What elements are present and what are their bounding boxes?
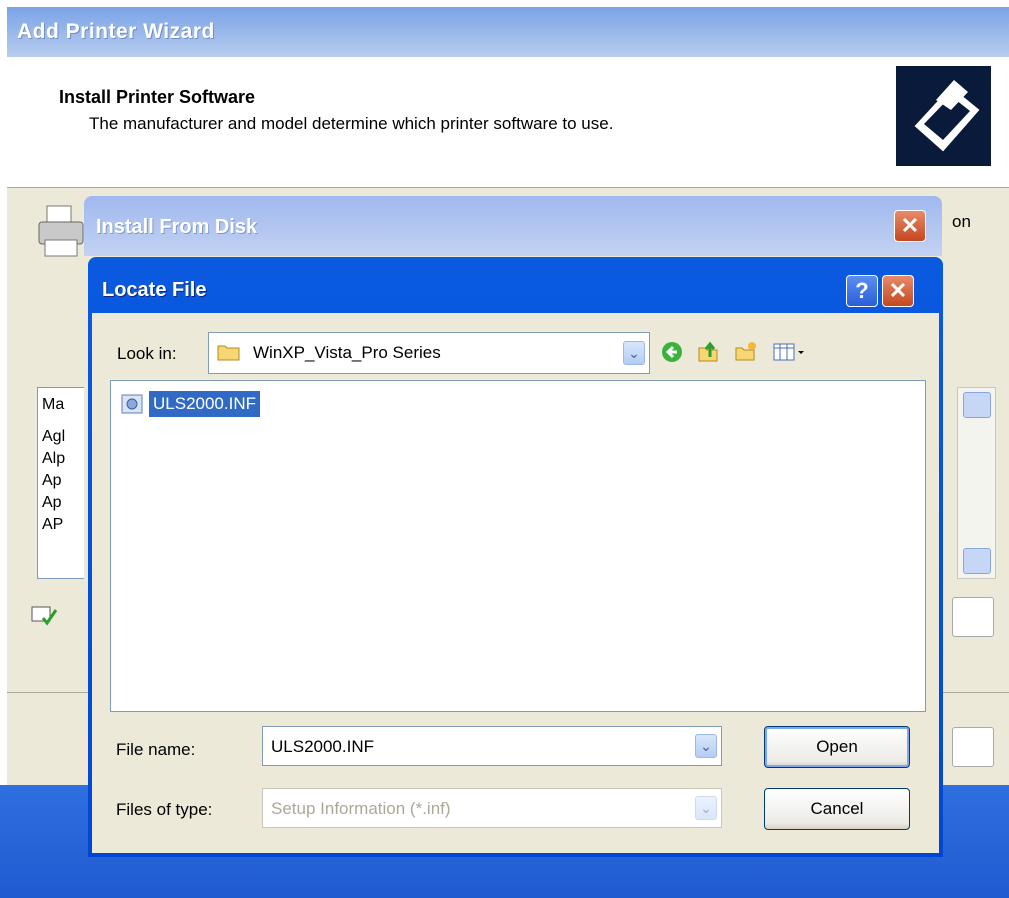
chevron-down-icon[interactable]: ⌄ — [623, 341, 645, 365]
header-subtitle: The manufacturer and model determine whi… — [89, 114, 614, 133]
locate-file-dialog: Locate File ? ✕ Look in: WinXP_Vista_Pro… — [88, 257, 943, 857]
open-button[interactable]: Open — [764, 726, 910, 768]
install-from-disk-title-bar: Install From Disk ✕ — [84, 196, 942, 256]
help-icon[interactable]: ? — [846, 275, 878, 307]
scroll-up-icon[interactable] — [963, 392, 991, 418]
list-item[interactable]: AP — [42, 516, 63, 534]
chevron-down-icon[interactable]: ⌄ — [695, 734, 717, 758]
view-menu-icon[interactable] — [772, 340, 806, 364]
new-folder-icon[interactable] — [734, 340, 758, 364]
cancel-button[interactable]: Cancel — [764, 788, 910, 830]
wizard-title: Add Printer Wizard — [17, 20, 215, 43]
wizard-button-partial[interactable] — [952, 727, 994, 767]
close-icon[interactable]: ✕ — [894, 210, 926, 242]
list-item[interactable]: Ap — [42, 494, 62, 512]
wizard-header-printer-icon — [896, 66, 991, 166]
list-item[interactable]: Ap — [42, 472, 62, 490]
files-of-type-dropdown[interactable]: Setup Information (*.inf) ⌄ — [262, 788, 722, 828]
up-folder-icon[interactable] — [696, 340, 720, 364]
chevron-down-icon: ⌄ — [695, 796, 717, 820]
close-icon[interactable]: ✕ — [882, 275, 914, 307]
list-item[interactable]: Ma — [42, 396, 64, 414]
list-item[interactable]: Alp — [42, 450, 65, 468]
back-icon[interactable] — [660, 340, 684, 364]
scroll-down-icon[interactable] — [963, 548, 991, 574]
list-scrollbar[interactable] — [957, 387, 996, 579]
folder-icon — [217, 343, 241, 361]
file-list[interactable]: ULS2000.INF — [110, 380, 926, 712]
wizard-header: Install Printer Software The manufacture… — [7, 57, 1009, 188]
install-from-disk-title: Install From Disk — [96, 216, 258, 238]
wizard-partial-label: on — [952, 212, 971, 231]
list-item[interactable]: Agl — [42, 428, 65, 446]
look-in-label: Look in: — [117, 344, 177, 363]
file-name-label: File name: — [116, 740, 196, 759]
wizard-title-bar: Add Printer Wizard — [7, 7, 1009, 57]
files-of-type-value: Setup Information (*.inf) — [271, 799, 451, 818]
locate-file-title-bar: Locate File ? ✕ — [88, 257, 943, 313]
inf-file-icon — [121, 393, 147, 415]
locate-file-body: Look in: WinXP_Vista_Pro Series ⌄ ULS200… — [92, 313, 939, 853]
file-name-item[interactable]: ULS2000.INF — [149, 391, 260, 417]
certificate-icon — [31, 604, 58, 631]
files-of-type-label: Files of type: — [116, 800, 213, 819]
header-title: Install Printer Software — [59, 87, 256, 107]
look-in-value: WinXP_Vista_Pro Series — [253, 343, 441, 362]
locate-file-title: Locate File — [102, 279, 207, 301]
wizard-field-partial — [952, 597, 994, 637]
file-name-input[interactable]: ULS2000.INF ⌄ — [262, 726, 722, 766]
printer-icon — [37, 202, 87, 267]
file-name-value[interactable]: ULS2000.INF — [271, 737, 374, 757]
look-in-dropdown[interactable]: WinXP_Vista_Pro Series ⌄ — [208, 332, 650, 374]
